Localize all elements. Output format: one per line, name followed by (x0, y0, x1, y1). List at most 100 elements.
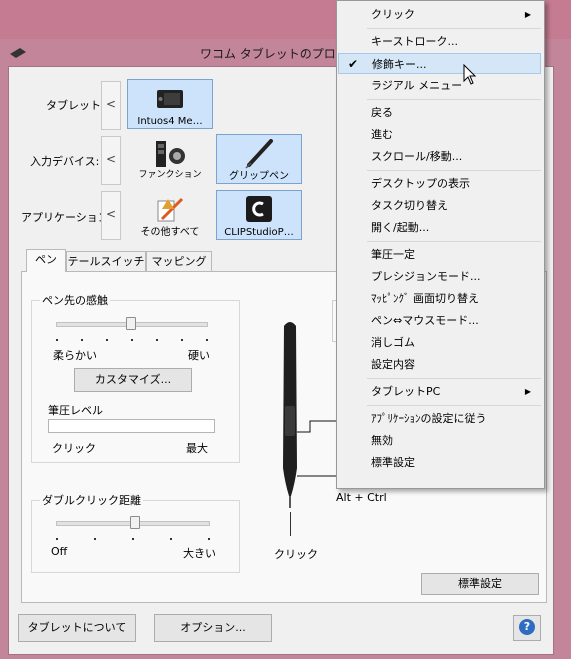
menu-item[interactable]: 無効 (338, 430, 541, 451)
tablet-tile[interactable]: Intuos4 Me… (127, 79, 213, 129)
menu-item-label: タスク切り替え (371, 199, 448, 212)
menu-item[interactable]: 消しゴム (338, 332, 541, 353)
menu-separator (367, 241, 541, 242)
tab-tail-switch[interactable]: テールスイッチ (66, 251, 146, 272)
pressure-click-label: クリック (52, 442, 96, 455)
pen-default-button[interactable]: 標準設定 (421, 573, 539, 595)
menu-item[interactable]: ｱﾌﾟﾘｹｰｼｮﾝの設定に従う (338, 408, 541, 429)
menu-item-label: タブレットPC (371, 385, 441, 398)
double-click-title: ダブルクリック距離 (40, 492, 143, 508)
menu-item-label: 修飾キー... (372, 58, 427, 71)
tip-feel-tick (106, 339, 108, 341)
tablet-caption: Intuos4 Me… (137, 116, 203, 127)
all-apps-caption: その他すべて (140, 227, 200, 238)
double-click-group (31, 500, 240, 573)
menu-item-label: ペン⇔マウスモード... (371, 314, 479, 327)
tab-mapping[interactable]: マッピング (146, 251, 212, 272)
customize-button[interactable]: カスタマイズ... (74, 368, 192, 392)
menu-item[interactable]: 標準設定 (338, 452, 541, 473)
menu-item[interactable]: スクロール/移動... (338, 146, 541, 167)
double-click-tick (170, 538, 172, 540)
grip-pen-caption: グリップペン (229, 171, 289, 182)
menu-item-label: 進む (371, 128, 393, 141)
menu-item-label: デスクトップの表示 (371, 177, 470, 190)
menu-item-label: ラジアル メニュー (371, 79, 463, 92)
menu-item-label: スクロール/移動... (371, 150, 463, 163)
menu-item-label: 筆圧一定 (371, 248, 415, 261)
menu-item[interactable]: デスクトップの表示 (338, 173, 541, 194)
pen-tip-click-label: クリック (274, 548, 318, 561)
menu-item[interactable]: 戻る (338, 102, 541, 123)
all-apps-icon (157, 197, 184, 222)
grip-pen-tile[interactable]: グリップペン (216, 134, 302, 184)
input-device-label: 入力デバイス: (30, 155, 100, 168)
all-apps-tile[interactable]: その他すべて (127, 190, 213, 240)
clip-studio-tile[interactable]: CLIPStudioP… (216, 190, 302, 240)
tip-feel-tick (56, 339, 58, 341)
soft-label: 柔らかい (53, 349, 97, 362)
menu-item-label: キーストローク... (371, 35, 458, 48)
tip-feel-tick (81, 339, 83, 341)
checkmark-icon: ✔ (348, 57, 359, 71)
submenu-arrow-icon: ▶ (524, 387, 531, 396)
menu-item[interactable]: プレシジョンモード... (338, 266, 541, 287)
menu-item-label: プレシジョンモード... (371, 270, 481, 283)
tip-feel-slider-thumb[interactable] (126, 317, 136, 330)
menu-item[interactable]: 開く/起動... (338, 217, 541, 238)
menu-item-label: クリック (371, 8, 415, 21)
clip-studio-icon (246, 196, 272, 222)
about-tablet-button[interactable]: タブレットについて (18, 614, 136, 642)
menu-item[interactable]: クリック ▶ (338, 4, 541, 25)
menu-item[interactable]: 進む (338, 124, 541, 145)
pen-tip-line (290, 512, 291, 536)
tab-pen[interactable]: ペン (26, 249, 66, 272)
device-scroll-left-button[interactable]: < (101, 136, 121, 185)
menu-item-label: 開く/起動... (371, 221, 430, 234)
menu-item-label: 消しゴム (371, 336, 415, 349)
menu-item[interactable]: ペン⇔マウスモード... (338, 310, 541, 331)
menu-separator (367, 99, 541, 100)
pressure-level-bar (48, 419, 215, 433)
menu-item[interactable]: キーストローク... (338, 31, 541, 52)
menu-separator (367, 28, 541, 29)
menu-item[interactable]: タスク切り替え (338, 195, 541, 216)
help-button[interactable]: ? (513, 615, 541, 641)
function-caption: ファンクション (138, 170, 202, 180)
double-click-off-label: Off (51, 545, 68, 558)
menu-item[interactable]: 筆圧一定 (338, 244, 541, 265)
menu-separator (367, 170, 541, 171)
double-click-large-label: 大きい (183, 547, 216, 560)
app-scroll-left-button[interactable]: < (101, 191, 121, 240)
tip-feel-tick (181, 339, 183, 341)
tablet-scroll-left-button[interactable]: < (101, 81, 121, 130)
firm-label: 硬い (188, 349, 210, 362)
tip-feel-title: ペン先の感触 (40, 292, 110, 308)
pen-icon (245, 139, 273, 169)
tablet-label: タブレット: (46, 99, 105, 112)
pressure-max-label: 最大 (186, 442, 208, 455)
tip-feel-tick (131, 339, 133, 341)
menu-separator (367, 405, 541, 406)
menu-item-label: 無効 (371, 434, 393, 447)
menu-item[interactable]: 設定内容 (338, 354, 541, 375)
function-icon (156, 141, 185, 167)
application-label: アプリケーション: (21, 211, 113, 224)
tablet-icon (157, 90, 183, 108)
clip-studio-caption: CLIPStudioP… (224, 227, 294, 238)
options-button[interactable]: オプション... (154, 614, 272, 642)
function-tile[interactable]: ファンクション (127, 134, 213, 184)
tip-feel-tick (206, 339, 208, 341)
double-click-tick (132, 538, 134, 540)
menu-item[interactable]: 修飾キー... ✔ (338, 53, 541, 74)
tip-feel-tick (156, 339, 158, 341)
menu-item-label: 標準設定 (371, 456, 415, 469)
menu-item-label: 設定内容 (371, 358, 415, 371)
double-click-tick (94, 538, 96, 540)
menu-item[interactable]: タブレットPC ▶ (338, 381, 541, 402)
double-click-tick (208, 538, 210, 540)
menu-item[interactable]: ﾏｯﾋﾟﾝｸﾞ 画面切り替え (338, 288, 541, 309)
pressure-level-title: 筆圧レベル (48, 404, 103, 417)
menu-item[interactable]: ラジアル メニュー (338, 75, 541, 96)
mouse-cursor-icon (463, 64, 477, 85)
double-click-slider-thumb[interactable] (130, 516, 140, 529)
